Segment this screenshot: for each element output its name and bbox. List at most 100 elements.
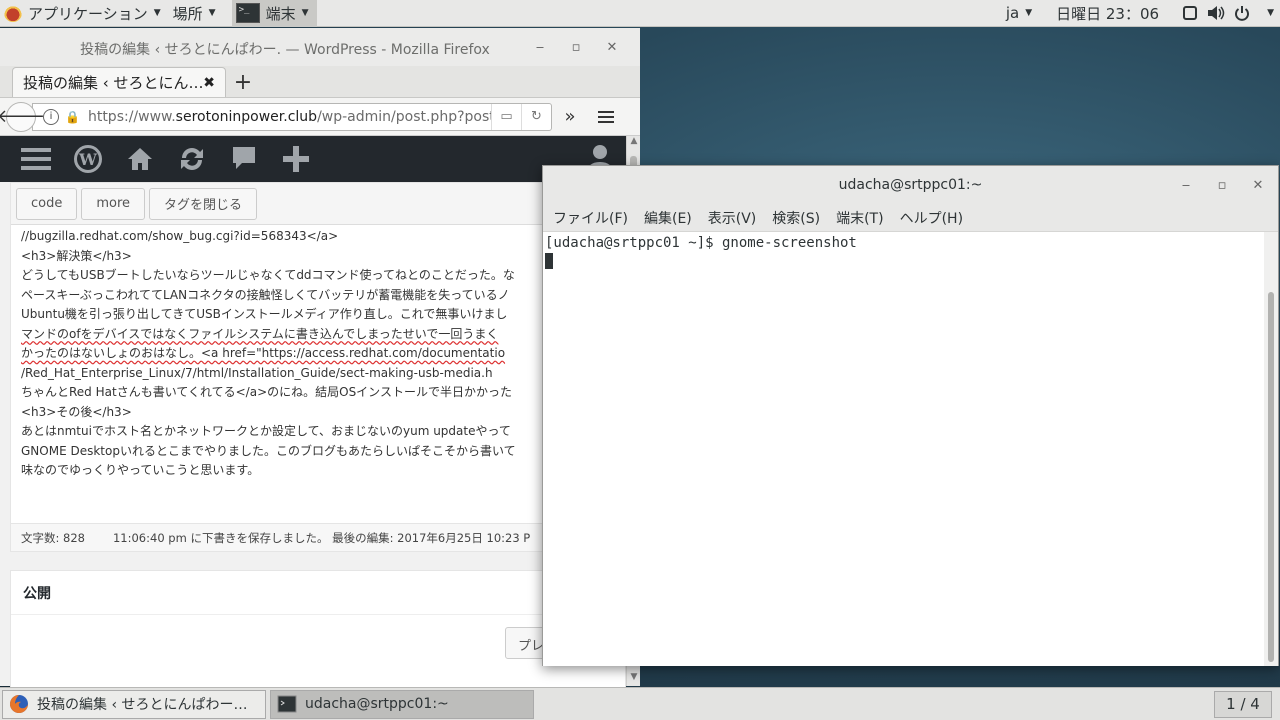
- terminal-output[interactable]: [udacha@srtppc01 ~]$ gnome-screenshot: [543, 232, 1265, 666]
- home-icon[interactable]: [114, 136, 166, 182]
- add-new-icon[interactable]: [270, 136, 322, 182]
- task-terminal[interactable]: udacha@srtppc01:~: [270, 689, 534, 719]
- gnome-top-bar: アプリケーション ▼ 場所 ▼ >_ 端末 ▼ ja ▼ 日曜日 23：06 ▼: [0, 0, 1280, 27]
- text-line: かったのはないしょのおはなし。<a href="https://access.r…: [21, 346, 506, 360]
- minimize-button[interactable]: ‒: [522, 38, 558, 56]
- applications-label: アプリケーション: [28, 4, 148, 23]
- tab-close-icon[interactable]: ✖: [203, 75, 215, 91]
- caret-down-icon: ▼: [1025, 8, 1033, 18]
- reader-view-icon[interactable]: ▭: [491, 103, 521, 130]
- terminal-titlebar[interactable]: udacha@srtppc01:~ ‒ ▫ ✕: [543, 166, 1278, 204]
- maximize-button[interactable]: ▫: [558, 38, 594, 56]
- terminal-scrollbar[interactable]: [1264, 232, 1278, 666]
- menu-toggle-icon[interactable]: [10, 136, 62, 182]
- tab-label: 投稿の編集 ‹ せろとにん…: [23, 74, 204, 92]
- info-icon[interactable]: i: [43, 108, 59, 125]
- caret-down-icon: ▼: [208, 8, 216, 18]
- caret-down-icon: ▼: [301, 8, 309, 18]
- comments-icon[interactable]: [218, 136, 270, 182]
- publish-metabox: 公開 プレ: [10, 570, 626, 690]
- terminal-menubar: ファイル(F) 編集(E) 表示(V) 検索(S) 端末(T) ヘルプ(H): [543, 204, 1278, 232]
- active-app-menu[interactable]: >_ 端末 ▼: [231, 0, 317, 27]
- text-line: マンドのofをデバイスではなくファイルシステムに書き込んでしまったせいで一回うま…: [21, 326, 499, 341]
- menu-file[interactable]: ファイル(F): [545, 208, 636, 228]
- new-tab-button[interactable]: +: [226, 67, 260, 97]
- autosave-status: 11:06:40 pm に下書きを保存しました。 最後の編集: 2017年6月2…: [112, 530, 531, 545]
- word-count: 文字数: 828: [21, 530, 85, 545]
- text-line: ペースキーぶっこわれててLANコネクタの接触怪しくてバッテリが蓄電機能を失ってい…: [21, 287, 510, 302]
- more-button[interactable]: more: [81, 187, 146, 220]
- wordpress-logo-icon[interactable]: W: [62, 136, 114, 182]
- active-app-label: 端末: [265, 4, 296, 23]
- reload-icon[interactable]: ↻: [521, 103, 551, 130]
- task-label: udacha@srtppc01:~: [305, 696, 449, 712]
- scroll-up-icon[interactable]: ▲: [627, 136, 641, 150]
- url-bar[interactable]: i 🔒 https://www.serotoninpower.club/wp-a…: [32, 102, 552, 131]
- menu-edit[interactable]: 編集(E): [636, 208, 700, 228]
- text-line: あとはnmtuiでホスト名とかネットワークとか設定して、おまじないのyum up…: [21, 424, 511, 438]
- volume-icon[interactable]: [1205, 2, 1227, 24]
- firefox-icon: [10, 695, 28, 713]
- prompt-line: [udacha@srtppc01 ~]$ gnome-screenshot: [545, 235, 857, 251]
- scroll-down-icon[interactable]: ▼: [627, 672, 641, 686]
- text-editor-box: code more タグを閉じる //bugzilla.redhat.com/s…: [10, 182, 626, 552]
- back-button[interactable]: 🡐: [0, 101, 45, 132]
- firefox-window-title: 投稿の編集 ‹ せろとにんぱわー. — WordPress - Mozilla …: [80, 42, 490, 58]
- applications-menu[interactable]: アプリケーション ▼: [0, 0, 167, 27]
- publish-title[interactable]: 公開: [11, 571, 625, 615]
- code-button[interactable]: code: [16, 187, 78, 220]
- lock-icon: 🔒: [65, 109, 80, 124]
- wp-editor-area: code more タグを閉じる //bugzilla.redhat.com/s…: [0, 182, 626, 690]
- text-line: Ubuntu機を引っ張り出してきてUSBインストールメディア作り直し。これで無事…: [21, 307, 508, 321]
- window-list-bar: 投稿の編集 ‹ せろとにんぱわー… udacha@srtppc01:~ 1 / …: [0, 687, 1280, 720]
- text-line: GNOME Desktopいれるとこまでやりました。このブログもあたらしいぱそこ…: [21, 443, 516, 458]
- minimize-button[interactable]: ‒: [1168, 176, 1204, 194]
- text-line: //bugzilla.redhat.com/show_bug.cgi?id=56…: [21, 229, 339, 243]
- clock[interactable]: 日曜日 23：06: [1038, 0, 1177, 27]
- hamburger-menu-icon[interactable]: [588, 110, 624, 123]
- workspace-indicator[interactable]: 1 / 4: [1214, 690, 1272, 718]
- updates-icon[interactable]: [166, 136, 218, 182]
- post-content-textarea[interactable]: //bugzilla.redhat.com/show_bug.cgi?id=56…: [11, 225, 551, 481]
- caret-down-icon: ▼: [1267, 8, 1274, 18]
- menu-help[interactable]: ヘルプ(H): [892, 208, 971, 228]
- places-label: 場所: [172, 4, 203, 23]
- url-text: https://www.serotoninpower.club/wp-admin…: [87, 108, 491, 125]
- wp-admin-bar: W: [0, 136, 626, 182]
- caret-down-icon: ▼: [153, 8, 161, 18]
- terminal-window: udacha@srtppc01:~ ‒ ▫ ✕ ファイル(F) 編集(E) 表示…: [542, 165, 1279, 666]
- navigation-toolbar: 🡐 i 🔒 https://www.serotoninpower.club/wp…: [0, 98, 640, 136]
- text-line: <h3>解決策</h3>: [21, 248, 132, 263]
- menu-terminal[interactable]: 端末(T): [828, 208, 891, 228]
- menu-search[interactable]: 検索(S): [764, 208, 828, 228]
- tab-strip: 投稿の編集 ‹ せろとにん… ✖ +: [0, 66, 640, 98]
- system-menu[interactable]: ▼: [1255, 0, 1280, 27]
- editor-status-bar: 文字数: 828 11:06:40 pm に下書きを保存しました。 最後の編集:…: [11, 523, 625, 551]
- task-label: 投稿の編集 ‹ せろとにんぱわー…: [37, 697, 248, 713]
- text-line: どうしてもUSBブートしたいならツールじゃなくてddコマンド使ってねとのことだっ…: [21, 268, 515, 282]
- input-method-label: ja: [1005, 4, 1020, 22]
- input-method-menu[interactable]: ja ▼: [1000, 0, 1038, 27]
- terminal-app-icon: >_: [235, 3, 260, 23]
- text-line: ちゃんとRed Hatさんも書いてくれてる</a>のにね。結局OSインストールで…: [21, 385, 512, 399]
- menu-view[interactable]: 表示(V): [700, 208, 765, 228]
- task-firefox[interactable]: 投稿の編集 ‹ せろとにんぱわー…: [2, 689, 266, 719]
- gnome-foot-icon: [4, 4, 22, 22]
- text-line: /Red_Hat_Enterprise_Linux/7/html/Install…: [21, 365, 493, 380]
- screen-icon[interactable]: [1179, 2, 1201, 24]
- overflow-chevron-icon[interactable]: »: [552, 106, 588, 127]
- browser-tab[interactable]: 投稿の編集 ‹ せろとにん… ✖: [12, 67, 226, 97]
- quicktags-toolbar: code more タグを閉じる: [11, 183, 625, 225]
- close-button[interactable]: ✕: [1240, 176, 1276, 194]
- close-button[interactable]: ✕: [594, 38, 630, 56]
- scrollbar-thumb[interactable]: [1268, 292, 1274, 662]
- power-icon[interactable]: [1231, 2, 1253, 24]
- terminal-icon: [277, 695, 297, 713]
- text-line: <h3>その後</h3>: [21, 404, 132, 419]
- firefox-titlebar[interactable]: 投稿の編集 ‹ せろとにんぱわー. — WordPress - Mozilla …: [0, 28, 640, 66]
- maximize-button[interactable]: ▫: [1204, 176, 1240, 194]
- close-tags-button[interactable]: タグを閉じる: [149, 187, 258, 220]
- places-menu[interactable]: 場所 ▼: [167, 0, 222, 27]
- terminal-cursor: [545, 253, 553, 269]
- text-line: 味なのでゆっくりやっていこうと思います。: [21, 463, 260, 477]
